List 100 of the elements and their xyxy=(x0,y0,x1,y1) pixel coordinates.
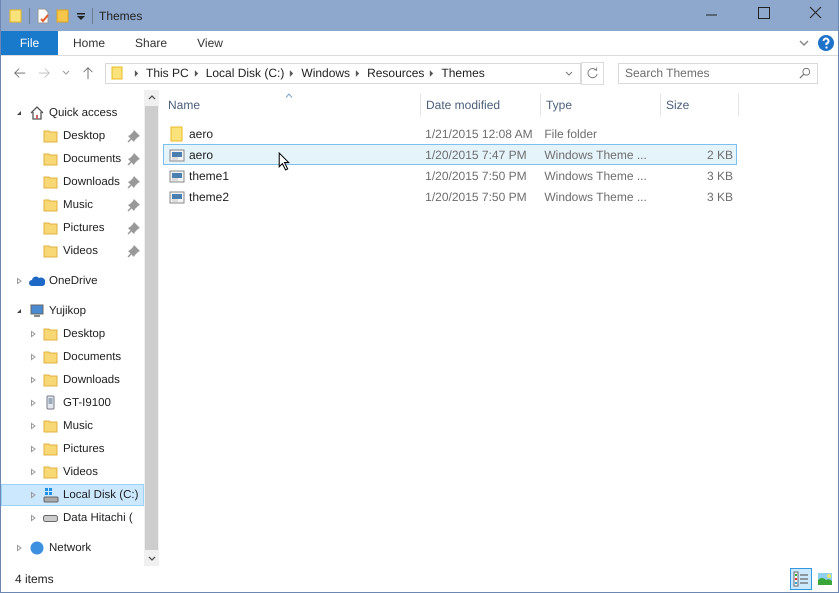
size-cell: 3 KB xyxy=(707,190,734,204)
folder-icon xyxy=(43,349,59,365)
nav-item[interactable]: Pictures xyxy=(1,217,144,239)
breadcrumb[interactable]: This PC xyxy=(146,66,189,80)
nav-item[interactable]: Local Disk (C:) xyxy=(1,484,144,506)
column-header[interactable]: Name xyxy=(163,93,421,116)
ribbon-tab[interactable]: View xyxy=(182,31,238,55)
back-button[interactable] xyxy=(13,66,27,80)
chevron-icon[interactable] xyxy=(194,70,199,76)
type-cell-text: File folder xyxy=(543,126,598,140)
search-field[interactable]: Search Themes xyxy=(618,62,818,84)
chevron-icon[interactable] xyxy=(355,70,360,76)
column-header[interactable]: Type xyxy=(541,93,661,116)
expand-arrow-icon[interactable] xyxy=(29,468,37,476)
file-name: theme1 xyxy=(189,168,230,182)
expand-arrow-icon[interactable] xyxy=(29,491,37,499)
file-row[interactable]: theme2 1/20/2015 7:50 PM Windows Theme ... 3 KB xyxy=(163,186,737,207)
nav-item[interactable]: Videos xyxy=(1,461,144,483)
nav-item[interactable]: Music xyxy=(1,415,144,437)
search-icon[interactable] xyxy=(799,66,811,78)
breadcrumb[interactable]: Windows xyxy=(301,66,350,80)
folder-icon xyxy=(43,174,59,190)
ribbon-tab[interactable]: Share xyxy=(120,31,182,55)
expand-arrow-icon[interactable] xyxy=(15,544,23,552)
nav-item[interactable]: Desktop xyxy=(1,125,144,147)
nav-label: Data Hitachi ( xyxy=(63,512,133,524)
folder-icon xyxy=(43,151,59,167)
file-tab[interactable]: File xyxy=(1,31,58,55)
collapse-arrow-icon[interactable] xyxy=(15,109,23,117)
breadcrumb[interactable]: Resources xyxy=(367,66,424,80)
folder-icon xyxy=(43,464,59,480)
up-button[interactable] xyxy=(81,66,95,80)
folder-icon xyxy=(43,418,59,434)
home-icon xyxy=(29,105,45,121)
collapse-arrow-icon[interactable] xyxy=(15,307,23,315)
pin-icon[interactable] xyxy=(127,129,141,143)
expand-arrow-icon[interactable] xyxy=(29,330,37,338)
expand-arrow-icon[interactable] xyxy=(29,353,37,361)
expand-ribbon-icon[interactable] xyxy=(799,38,809,48)
customize-dropdown-icon[interactable] xyxy=(76,10,86,20)
nav-label: Desktop xyxy=(63,328,106,340)
date-cell-text: 1/20/2015 7:50 PM xyxy=(424,190,528,204)
folder-icon xyxy=(111,66,123,80)
expand-arrow-icon[interactable] xyxy=(29,399,37,407)
expand-arrow-icon[interactable] xyxy=(15,277,23,285)
breadcrumb[interactable]: Themes xyxy=(441,66,485,80)
nav-label: Music xyxy=(63,420,94,432)
pin-icon[interactable] xyxy=(127,175,141,189)
theme-file-icon xyxy=(169,188,185,204)
nav-item[interactable]: Network xyxy=(1,537,144,559)
pin-icon[interactable] xyxy=(127,198,141,212)
expand-arrow-icon[interactable] xyxy=(29,514,37,522)
nav-item[interactable]: Downloads xyxy=(1,369,144,391)
globe-icon xyxy=(29,540,45,556)
computer-icon xyxy=(29,303,45,319)
nav-item[interactable]: Videos xyxy=(1,240,144,262)
nav-item[interactable]: OneDrive xyxy=(1,270,144,292)
nav-label: Documents xyxy=(63,153,122,165)
chevron-icon[interactable] xyxy=(429,70,434,76)
nav-label: Network xyxy=(49,542,92,554)
theme-file-icon xyxy=(169,146,185,162)
nav-item[interactable]: Yujikop xyxy=(1,300,144,322)
nav-item[interactable]: Documents xyxy=(1,148,144,170)
folder-icon xyxy=(43,243,59,259)
folder-icon xyxy=(43,326,59,342)
pin-icon[interactable] xyxy=(127,152,141,166)
nav-item[interactable]: Data Hitachi ( xyxy=(1,507,144,529)
expand-arrow-icon[interactable] xyxy=(29,445,37,453)
forward-button[interactable] xyxy=(37,66,51,80)
expand-arrow-icon[interactable] xyxy=(29,376,37,384)
scrollbar[interactable] xyxy=(144,90,159,566)
expand-arrow-icon[interactable] xyxy=(29,422,37,430)
nav-item[interactable]: Desktop xyxy=(1,323,144,345)
nav-item[interactable]: Documents xyxy=(1,346,144,368)
window-title: Themes xyxy=(99,8,142,22)
landscape-icon xyxy=(817,571,833,587)
ribbon-tab[interactable]: Home xyxy=(58,31,120,55)
file-row[interactable]: theme1 1/20/2015 7:50 PM Windows Theme ... 3 KB xyxy=(163,165,737,186)
nav-item[interactable]: Music xyxy=(1,194,144,216)
address-bar[interactable]: This PC Local Disk (C:) Windows Resources Themes xyxy=(105,62,581,84)
nav-item[interactable]: Pictures xyxy=(1,438,144,460)
details-view-button[interactable] xyxy=(790,568,812,590)
file-row[interactable]: aero 1/21/2015 12:08 AM File folder xyxy=(163,123,737,144)
nav-item[interactable]: GT-I9100 xyxy=(1,392,144,414)
nav-item[interactable]: Downloads xyxy=(1,171,144,193)
folder-icon xyxy=(43,372,59,388)
column-header[interactable]: Size xyxy=(661,93,739,116)
pin-icon[interactable] xyxy=(127,244,141,258)
file-name: theme2 xyxy=(189,190,230,204)
chevron-icon[interactable] xyxy=(134,70,139,76)
nav-item[interactable]: Quick access xyxy=(1,102,144,124)
help-icon[interactable] xyxy=(818,35,834,51)
breadcrumb[interactable]: Local Disk (C:) xyxy=(206,66,284,80)
refresh-button[interactable] xyxy=(580,62,605,84)
date-cell-text: 1/20/2015 7:50 PM xyxy=(424,168,528,182)
file-row[interactable]: aero 1/20/2015 7:47 PM Windows Theme ... 2 KB xyxy=(163,144,737,165)
chevron-icon[interactable] xyxy=(289,70,294,76)
column-header[interactable]: Date modified xyxy=(421,93,541,116)
pin-icon[interactable] xyxy=(127,221,141,235)
properties-icon[interactable] xyxy=(36,8,50,24)
